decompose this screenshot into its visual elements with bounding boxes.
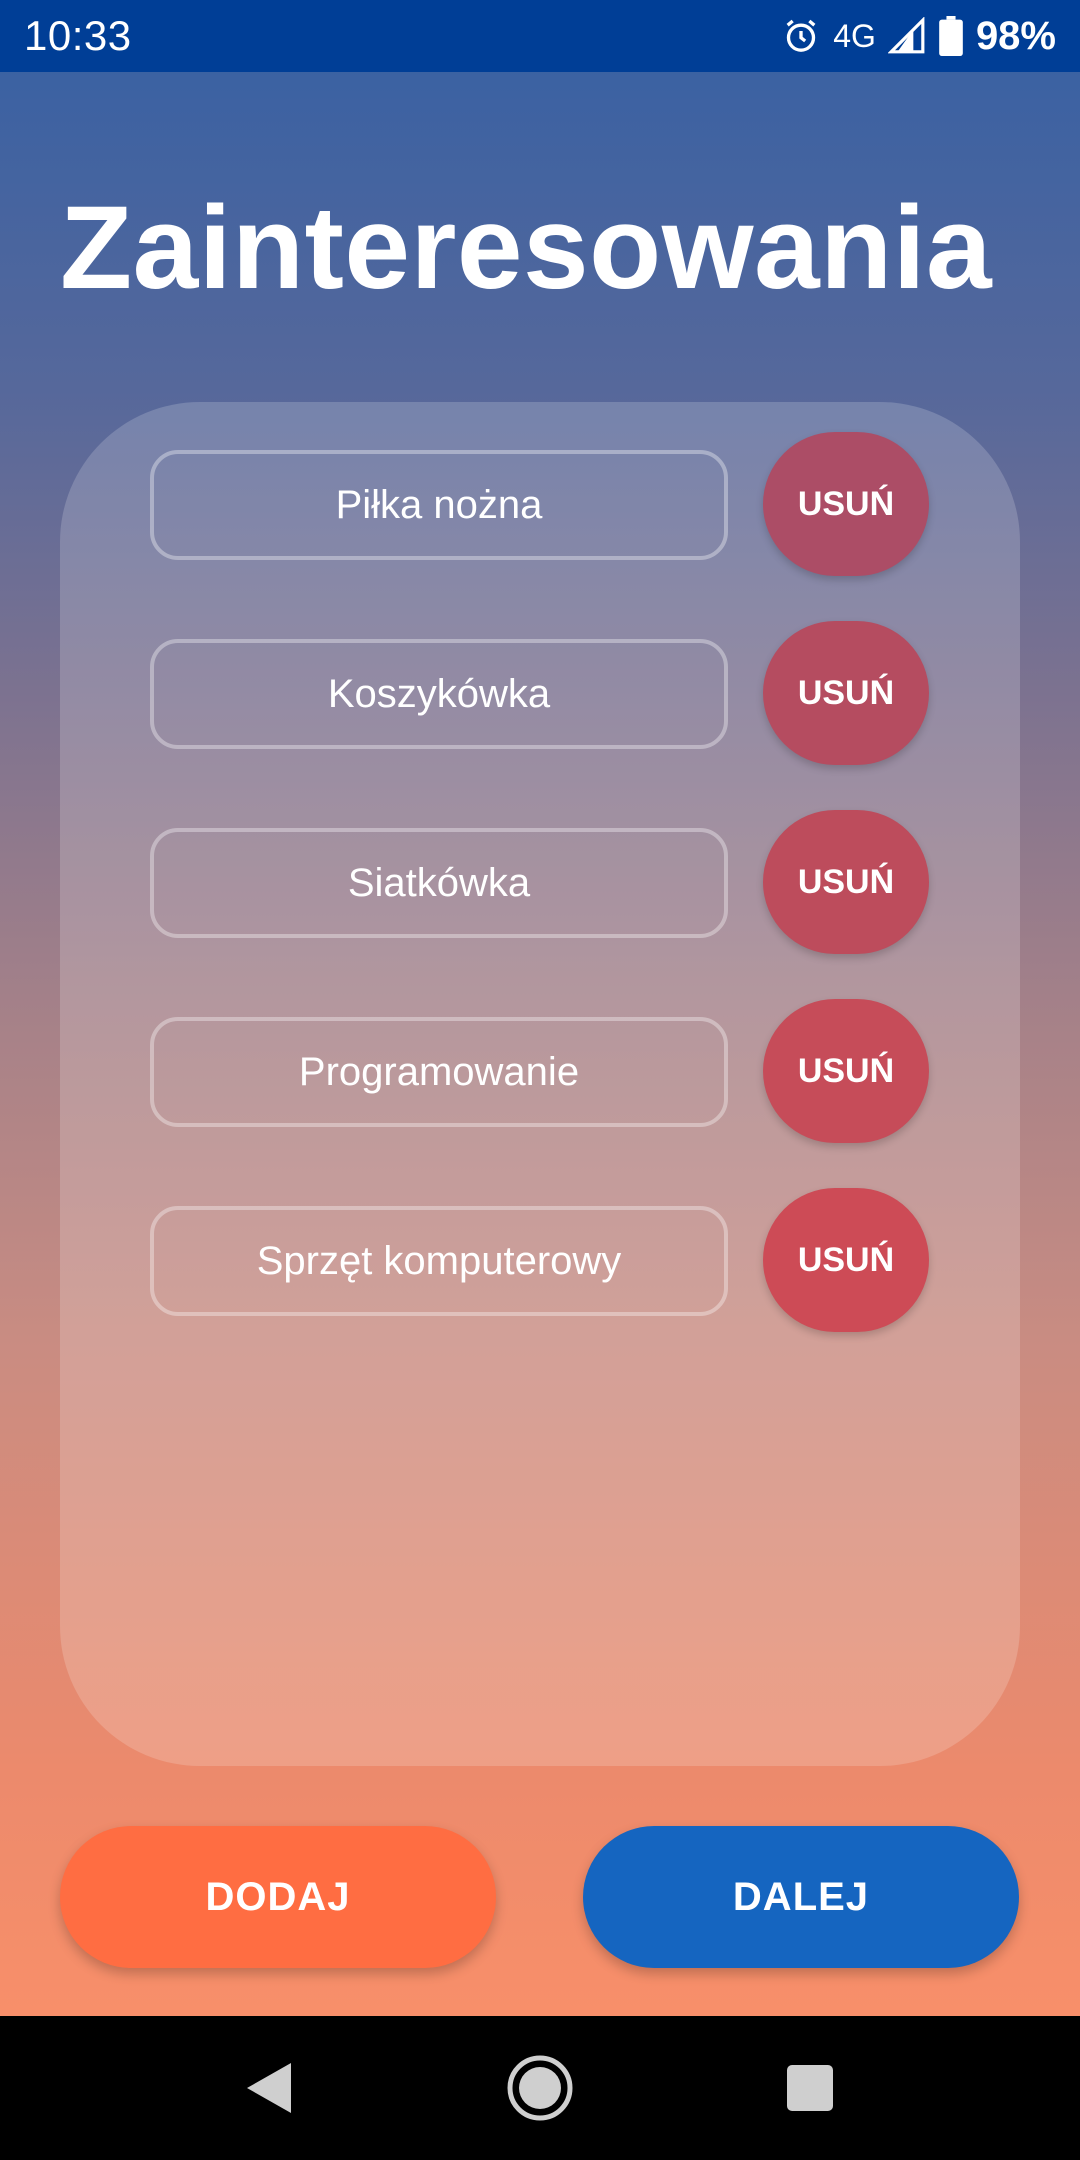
remove-button[interactable]: USUŃ <box>763 1188 929 1332</box>
status-bar: 10:33 4G 98% <box>0 0 1080 72</box>
network-type: 4G <box>833 17 876 54</box>
interest-row: Piłka nożna USUŃ <box>150 432 930 576</box>
recents-icon[interactable] <box>772 2050 848 2126</box>
add-button[interactable]: DODAJ <box>60 1826 496 1968</box>
status-icons: 4G 98% <box>781 10 1056 62</box>
signal-icon <box>887 17 926 55</box>
interest-field[interactable]: Piłka nożna <box>150 450 728 560</box>
remove-button[interactable]: USUŃ <box>763 999 929 1143</box>
interest-field[interactable]: Programowanie <box>150 1017 728 1127</box>
interest-row: Siatkówka USUŃ <box>150 810 930 954</box>
next-button[interactable]: DALEJ <box>583 1826 1019 1968</box>
interest-field[interactable]: Koszykówka <box>150 639 728 749</box>
home-icon[interactable] <box>502 2050 578 2126</box>
interest-row: Sprzęt komputerowy USUŃ <box>150 1188 930 1332</box>
remove-button[interactable]: USUŃ <box>763 621 929 765</box>
interest-row: Koszykówka USUŃ <box>150 621 930 765</box>
remove-button[interactable]: USUŃ <box>763 810 929 954</box>
interest-field[interactable]: Sprzęt komputerowy <box>150 1206 728 1316</box>
navigation-bar <box>0 2016 1080 2160</box>
status-time: 10:33 <box>24 12 132 59</box>
battery-icon <box>938 16 964 56</box>
alarm-icon <box>781 16 821 56</box>
screen: 10:33 4G 98% Zainteresowania Piłka nożna… <box>0 0 1080 2160</box>
interest-row: Programowanie USUŃ <box>150 999 930 1143</box>
remove-button[interactable]: USUŃ <box>763 432 929 576</box>
interest-field[interactable]: Siatkówka <box>150 828 728 938</box>
page-title: Zainteresowania <box>60 182 993 314</box>
back-icon[interactable] <box>230 2050 306 2126</box>
battery-percent: 98% <box>975 13 1056 58</box>
